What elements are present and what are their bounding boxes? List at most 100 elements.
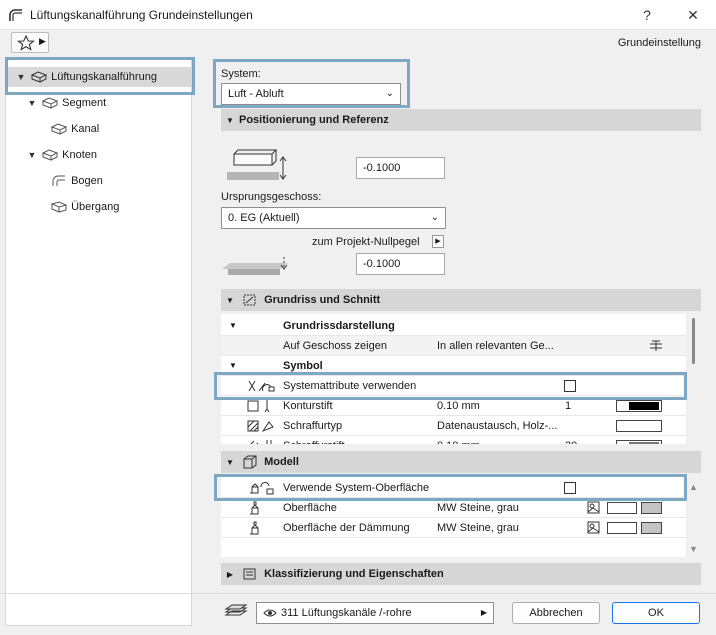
favorites-button[interactable]: ▶ [11,32,49,53]
cancel-button[interactable]: Abbrechen [512,602,600,624]
scroll-up-arrow-icon[interactable]: ▲ [689,482,698,492]
settings-header-label: Grundeinstellung [617,37,701,49]
layer-select-value: 311 Lüftungskanäle /-rohre [281,607,412,619]
hatch-type-swatch[interactable] [616,420,662,432]
origin-story-label: Ursprungsgeschoss: [221,191,322,203]
tree-item-label: Kanal [71,123,100,135]
origin-story-value: 0. EG (Aktuell) [228,212,300,224]
segment-icon [41,97,59,109]
chevron-right-icon: ▶ [435,238,441,245]
chevron-down-icon: ⌄ [430,212,439,223]
close-button[interactable]: ✕ [678,4,708,26]
material-preview-icon [587,501,600,514]
section-title: Klassifizierung und Eigenschaften [264,568,444,580]
star-icon [17,35,35,51]
row-label: Oberfläche der Dämmung [283,522,410,534]
tree-item-label: Übergang [71,201,120,213]
duct-offset-top-icon [227,149,287,180]
row-label: Schraffurtyp [283,420,343,432]
classification-icon [243,568,256,580]
scrollbar-thumb[interactable] [692,318,695,364]
insulation-brush-icon [250,521,259,535]
row-surface[interactable]: Oberfläche MW Steine, grau [221,498,686,518]
tree-item-label: Knoten [62,149,97,161]
channel-icon [50,123,68,135]
pen-number: 30 [565,436,577,444]
chevron-down-icon: ▼ [229,321,237,330]
section-title: Positionierung und Referenz [239,114,389,126]
footer-divider [0,593,716,594]
row-label: Auf Geschoss zeigen [283,340,387,352]
row-hatch-type[interactable]: Schraffurtyp Datenaustausch, Holz-... [221,416,686,436]
settings-tree: ▼ Lüftungskanalführung ▼ Segment Kanal ▼… [5,58,192,626]
system-highlight-frame [213,59,410,108]
tree-item-kanal[interactable]: Kanal [50,119,99,139]
row-label: Schraffurstift [283,436,345,444]
surface-color-swatch[interactable] [607,502,637,514]
duct-app-icon [9,9,22,21]
hatch-type-icon [247,420,274,433]
origin-story-select[interactable]: 0. EG (Aktuell) ⌄ [221,207,446,229]
tree-item-bogen[interactable]: Bogen [50,171,103,191]
insulation-texture-swatch[interactable] [641,522,662,534]
story-stack-icon [650,340,662,351]
section-classification[interactable]: ▶ Klassifizierung und Eigenschaften [221,563,701,585]
chevron-right-icon: ▶ [39,36,46,46]
row-insulation-surface[interactable]: Oberfläche der Dämmung MW Steine, grau [221,518,686,538]
row-value: In allen relevanten Ge... [437,340,554,352]
subgroup-floorplan-display[interactable]: ▼ Grundrissdarstellung [221,316,686,336]
row-value: MW Steine, grau [437,502,519,514]
offset-top-field[interactable]: -0.1000 [356,157,445,179]
project-zero-toggle[interactable]: ▶ [432,235,444,248]
layer-select[interactable]: 311 Lüftungskanäle /-rohre ▶ [256,602,494,624]
section-title: Grundriss und Schnitt [264,294,381,306]
row-value: 0.10 mm [437,436,480,444]
tree-item-label: Segment [62,97,107,109]
help-button[interactable]: ? [632,4,662,26]
system-surface-highlight-frame [214,474,687,501]
window-title: Lüftungskanalführung Grundeinstellungen [30,8,253,22]
section-positioning[interactable]: ▼ Positionierung und Referenz [221,109,701,131]
tree-item-knoten[interactable]: ▼ Knoten [26,145,97,165]
row-show-on-story[interactable]: Auf Geschoss zeigen In allen relevanten … [221,336,686,356]
scroll-down-arrow-icon[interactable]: ▼ [689,544,698,554]
title-bar: Lüftungskanalführung Grundeinstellungen … [0,0,716,30]
tree-item-label: Bogen [71,175,103,187]
subgroup-title: Grundrissdarstellung [283,320,395,332]
tree-item-segment[interactable]: ▼ Segment [26,93,107,113]
duct-offset-bottom-icon [222,257,288,275]
section-floorplan[interactable]: ▼ Grundriss und Schnitt [221,289,701,311]
contour-pen-swatch[interactable] [616,400,662,412]
offset-bottom-field[interactable]: -0.1000 [356,253,445,275]
tree-item-uebergang[interactable]: Übergang [50,197,119,217]
floorplan-icon [243,294,256,306]
chevron-down-icon: ▼ [27,150,37,160]
eye-icon [263,609,277,617]
row-value: MW Steine, grau [437,522,519,534]
hatch-pen-icon [250,440,272,444]
surface-brush-icon [250,501,259,515]
tree-highlight-frame [5,57,195,95]
row-hatch-pen[interactable]: Schraffurstift 0.10 mm 30 [221,436,686,444]
section-model[interactable]: ▼ Modell [221,451,701,473]
chevron-right-icon: ▶ [480,608,487,617]
chevron-down-icon: ▼ [226,116,234,125]
row-label: Oberfläche [283,502,337,514]
row-value: Datenaustausch, Holz-... [437,420,558,432]
insulation-color-swatch[interactable] [607,522,637,534]
chevron-down-icon: ▼ [226,296,234,305]
node-icon [41,149,59,161]
elbow-icon [52,175,65,187]
chevron-down-icon: ▼ [27,98,37,108]
transition-icon [50,201,68,213]
layer-stack-icon [224,604,248,616]
ok-button[interactable]: OK [612,602,700,624]
material-preview-icon [587,521,600,534]
hatch-pen-swatch[interactable] [616,440,662,444]
surface-texture-swatch[interactable] [641,502,662,514]
model-cube-icon [243,455,257,469]
contour-pen-icon [247,400,270,413]
chevron-down-icon: ▼ [226,458,234,467]
floorplan-scrollbar[interactable] [689,318,699,364]
system-attributes-highlight-frame [214,372,687,400]
